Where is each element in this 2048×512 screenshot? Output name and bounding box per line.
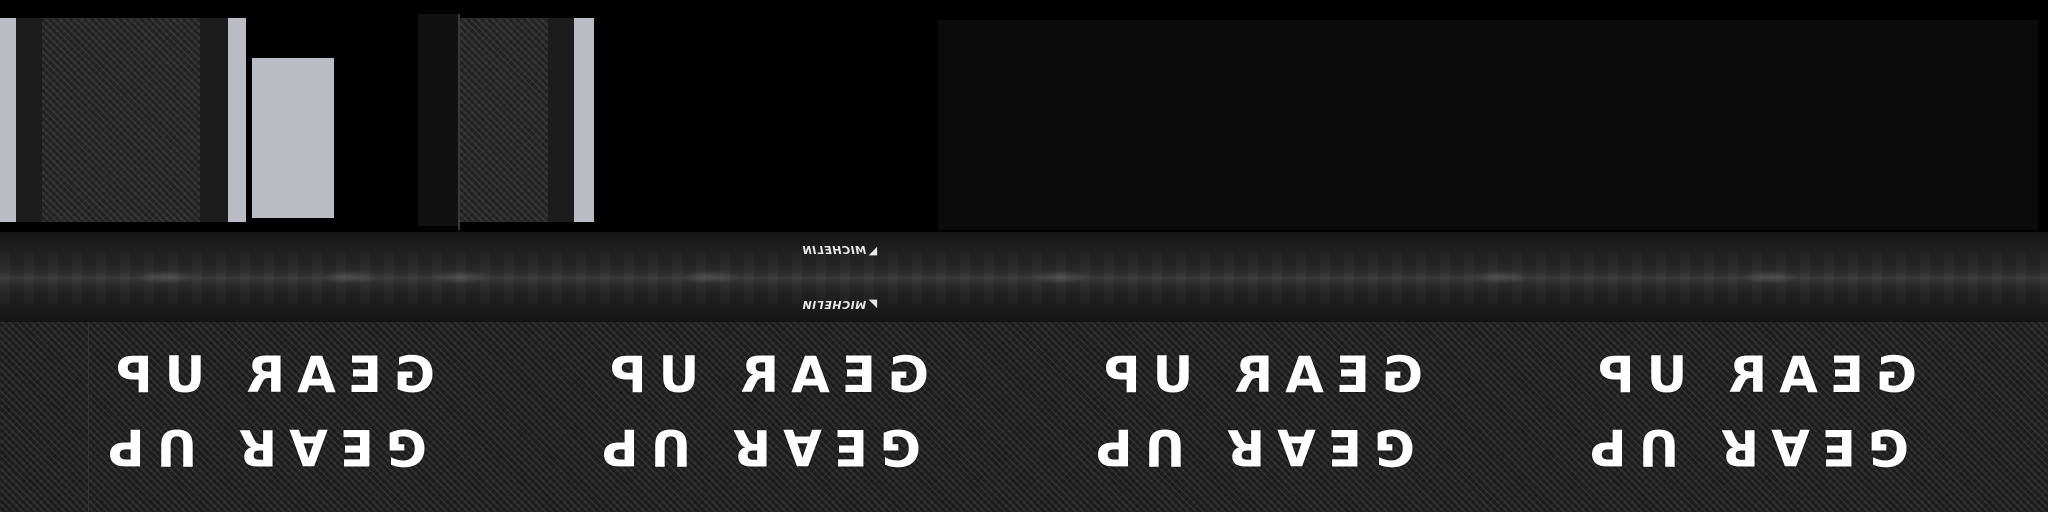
tread-highlight [430, 270, 490, 284]
slogan-top: GEAR UP [1092, 346, 1424, 404]
dark-strip [200, 18, 228, 222]
tread-highlight [320, 270, 380, 284]
slogan-top: GEAR UP [598, 346, 930, 404]
gear-up-banner: GEAR UP GEAR UP GEAR UP GEAR UP GEAR UP … [0, 322, 2048, 512]
logo-text: MICHELIN [802, 298, 867, 311]
michelin-logo: ◣MICHELIN [802, 244, 877, 257]
slogan-bottom: GEAR UP [1578, 418, 1910, 476]
carbon-panel [460, 18, 548, 222]
slogan-bottom: GEAR UP [96, 418, 428, 476]
silver-strip [0, 18, 16, 222]
slogan-top: GEAR UP [104, 346, 436, 404]
tread-highlight [1030, 270, 1090, 284]
tread-highlight [680, 270, 740, 284]
seam-line [88, 322, 89, 512]
tread-highlight [135, 270, 195, 284]
silver-block [252, 58, 334, 218]
silver-strip [574, 18, 594, 222]
tread-highlight [1740, 270, 1800, 284]
slogan-bottom: GEAR UP [590, 418, 922, 476]
michelin-mark-icon: ◣ [868, 298, 878, 311]
dark-strip [16, 18, 42, 222]
michelin-logo: ◣MICHELIN [802, 298, 877, 311]
carbon-panel [42, 18, 200, 222]
slogan-bottom: GEAR UP [1084, 418, 1416, 476]
logo-text: MICHELIN [802, 244, 867, 257]
michelin-mark-icon: ◣ [868, 244, 878, 257]
tread-highlight [1470, 270, 1530, 284]
slogan-top: GEAR UP [1586, 346, 1918, 404]
dark-strip [548, 18, 574, 222]
silver-strip [228, 18, 246, 222]
dark-panel [938, 20, 2038, 230]
dark-strip [418, 14, 458, 226]
